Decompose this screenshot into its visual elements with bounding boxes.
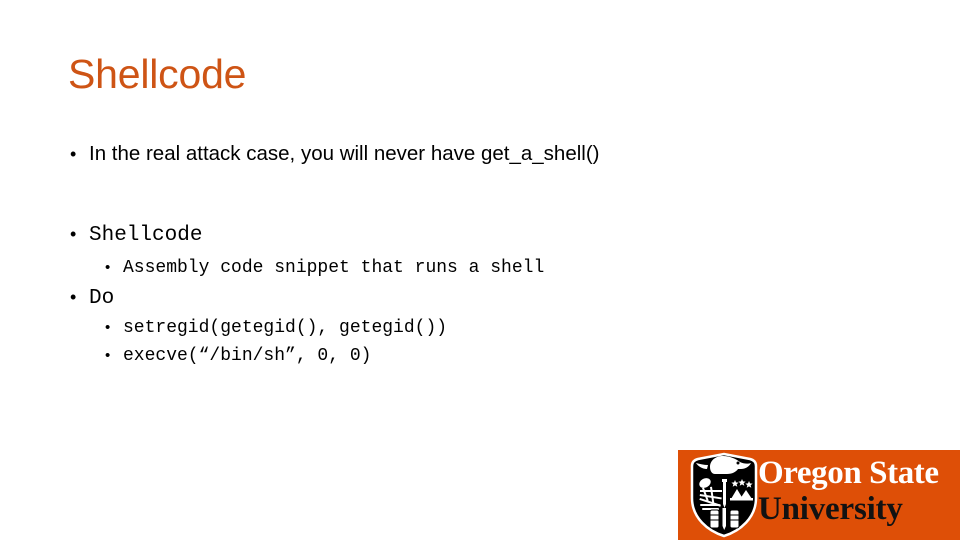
bullet-label: setregid(getegid(), getegid())	[123, 318, 448, 338]
bullet-marker-icon: •	[70, 144, 77, 164]
bullet-label: Shellcode	[89, 224, 203, 247]
bullet-label: Do	[89, 287, 115, 310]
bullet-label: In the real attack case, you will never …	[89, 142, 600, 165]
bullet-marker-icon: •	[105, 259, 111, 276]
bullet-marker-icon: •	[70, 224, 77, 244]
bullet-item: • Do	[70, 282, 890, 314]
slide-title: Shellcode	[68, 51, 247, 97]
presentation-slide: Shellcode • In the real attack case, you…	[0, 0, 960, 540]
bullet-marker-icon: •	[105, 319, 111, 336]
logo-wordmark: Oregon State University	[758, 454, 958, 528]
bullet-marker-icon: •	[70, 287, 77, 307]
logo-line-oregon-state: Oregon State	[758, 455, 939, 491]
slide-body: • In the real attack case, you will neve…	[70, 140, 890, 370]
oregon-state-university-logo: Oregon State University	[678, 450, 960, 540]
bullet-item: • In the real attack case, you will neve…	[70, 140, 890, 168]
bullet-label: execve(“/bin/sh”, 0, 0)	[123, 346, 372, 366]
bullet-label: Assembly code snippet that runs a shell	[123, 258, 545, 278]
logo-line-university: University	[758, 491, 903, 527]
bullet-item: • Shellcode	[70, 219, 890, 251]
osu-beaver-shield-icon	[690, 452, 758, 538]
bullet-item: • execve(“/bin/sh”, 0, 0)	[105, 342, 890, 370]
bullet-marker-icon: •	[105, 347, 111, 364]
bullet-item: • setregid(getegid(), getegid())	[105, 314, 890, 342]
bullet-item: • Assembly code snippet that runs a shel…	[105, 254, 890, 282]
